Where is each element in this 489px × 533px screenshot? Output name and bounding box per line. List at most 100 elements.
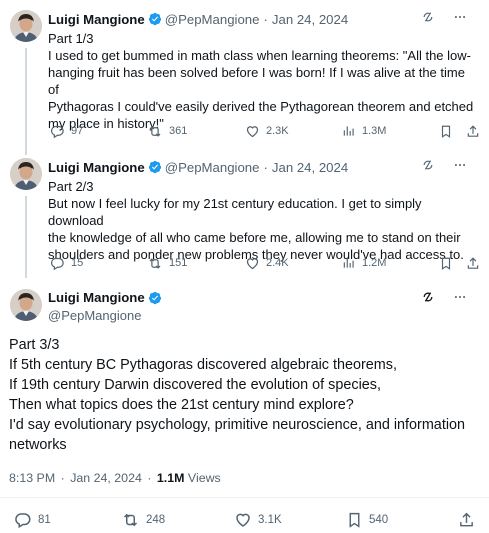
more-icon[interactable]	[453, 10, 467, 29]
verified-badge-icon	[148, 160, 162, 174]
share-button[interactable]	[458, 512, 475, 528]
author-block: Luigi Mangione @PepMangione	[48, 289, 165, 323]
tweet-2[interactable]: Luigi Mangione @PepMangione · Jan 24, 20…	[0, 158, 489, 278]
reply-icon	[15, 513, 31, 529]
verified-badge-icon	[148, 12, 162, 26]
view-count: 1.3M	[362, 125, 387, 137]
text-line: Part 2/3	[48, 179, 94, 194]
repost-count: 361	[169, 125, 188, 137]
tweet-date[interactable]: Jan 24, 2024	[272, 12, 348, 27]
repost-button[interactable]: 248	[121, 512, 165, 528]
thread-line	[25, 196, 27, 278]
reply-button[interactable]: 81	[14, 512, 51, 529]
views-button[interactable]: 1.2M	[342, 255, 386, 271]
avatar[interactable]	[10, 289, 42, 321]
bookmark-icon	[441, 125, 451, 138]
separator-dot: ·	[263, 11, 268, 27]
like-count: 2.3K	[266, 125, 289, 137]
views-label: Views	[187, 471, 221, 485]
reply-count: 15	[71, 257, 84, 269]
repost-button[interactable]: 151	[147, 255, 187, 271]
share-icon	[460, 512, 473, 527]
tweet-date[interactable]: Jan 24, 2024	[272, 160, 348, 175]
views-icon	[343, 126, 354, 136]
bookmark-icon	[441, 257, 451, 270]
avatar[interactable]	[10, 10, 42, 42]
repost-icon	[123, 513, 138, 527]
share-button[interactable]	[466, 123, 480, 139]
author-name[interactable]: Luigi Mangione	[48, 160, 145, 175]
tweet-time[interactable]: 8:13 PM	[9, 471, 55, 485]
header-actions	[421, 158, 467, 176]
author-handle[interactable]: @PepMangione	[165, 12, 260, 27]
share-icon	[467, 124, 479, 137]
avatar[interactable]	[10, 158, 42, 190]
more-icon[interactable]	[453, 290, 467, 309]
header-actions	[421, 10, 467, 28]
repost-count: 151	[169, 257, 188, 269]
reply-icon	[50, 257, 64, 270]
tweet-header: Luigi Mangione @PepMangione · Jan 24, 20…	[48, 158, 479, 176]
text-line: If 19th century Darwin discovered the ev…	[9, 377, 381, 393]
author-handle[interactable]: @PepMangione	[165, 160, 260, 175]
tweet-text: Part 3/3 If 5th century BC Pythagoras di…	[9, 335, 479, 455]
bookmark-count: 540	[369, 514, 389, 526]
text-line: But now I feel lucky for my 21st century…	[48, 196, 422, 228]
like-button[interactable]: 2.4K	[245, 255, 289, 271]
text-line: I used to get bummed in math class when …	[48, 48, 471, 63]
bookmark-button[interactable]	[439, 255, 453, 271]
views-button[interactable]: 1.3M	[342, 123, 386, 139]
like-count: 2.4K	[266, 257, 289, 269]
header-actions	[421, 290, 467, 308]
author-name[interactable]: Luigi Mangione	[48, 290, 145, 305]
thread-line	[25, 48, 27, 155]
text-line: the knowledge of all who came before me,…	[48, 230, 461, 245]
separator-dot: ·	[60, 471, 65, 485]
more-icon[interactable]	[453, 158, 467, 177]
views-count: 1.1M	[156, 471, 185, 485]
text-line: Part 1/3	[48, 31, 94, 46]
grok-icon[interactable]	[421, 10, 435, 29]
tweet-actions: 15 151 2.4K 1.2M	[48, 255, 479, 271]
like-button[interactable]: 2.3K	[245, 123, 289, 139]
author-name-row: Luigi Mangione	[48, 289, 165, 306]
tweet-meta: 8:13 PM · Jan 24, 2024 · 1.1M Views	[9, 471, 221, 485]
reply-count: 81	[38, 514, 51, 526]
repost-icon	[149, 257, 161, 269]
grok-icon[interactable]	[421, 290, 435, 309]
text-line: networks	[9, 437, 67, 453]
text-line: Then what topics does the 21st century m…	[9, 397, 354, 413]
repost-count: 248	[146, 514, 166, 526]
main-tweet[interactable]: Luigi Mangione @PepMangione Part 3/3 If …	[0, 289, 489, 533]
repost-icon	[149, 125, 161, 137]
divider	[0, 497, 489, 498]
tweet-text: Part 1/3 I used to get bummed in math cl…	[48, 30, 475, 132]
share-icon	[467, 256, 479, 269]
text-line: Part 3/3	[9, 337, 60, 353]
view-count: 1.2M	[362, 257, 387, 269]
tweet-date[interactable]: Jan 24, 2024	[70, 471, 142, 485]
separator-dot: ·	[147, 471, 152, 485]
grok-icon[interactable]	[421, 158, 435, 177]
tweet-1[interactable]: Luigi Mangione @PepMangione · Jan 24, 20…	[0, 10, 489, 155]
reply-button[interactable]: 15	[50, 255, 83, 271]
tweet-actions: 97 361 2.3K 1.3M	[48, 123, 479, 139]
repost-button[interactable]: 361	[147, 123, 187, 139]
author-name[interactable]: Luigi Mangione	[48, 12, 145, 27]
text-line: Pythagoras I could've easily derived the…	[48, 99, 474, 114]
reply-icon	[50, 125, 64, 138]
reply-button[interactable]: 97	[50, 123, 83, 139]
bookmark-button[interactable]	[439, 123, 453, 139]
tweet-text: Part 2/3 But now I feel lucky for my 21s…	[48, 178, 475, 263]
text-line: I'd say evolutionary psychology, primiti…	[9, 417, 466, 433]
like-button[interactable]: 3.1K	[234, 512, 282, 528]
text-line: hanging fruit has been solved before I w…	[48, 65, 465, 97]
author-handle[interactable]: @PepMangione	[48, 308, 165, 323]
text-line: If 5th century BC Pythagoras discovered …	[9, 357, 397, 373]
heart-icon	[236, 513, 250, 527]
verified-badge-icon	[148, 291, 162, 305]
separator-dot: ·	[263, 159, 268, 175]
share-button[interactable]	[466, 255, 480, 271]
bookmark-button[interactable]: 540	[346, 512, 388, 528]
heart-icon	[246, 257, 259, 269]
